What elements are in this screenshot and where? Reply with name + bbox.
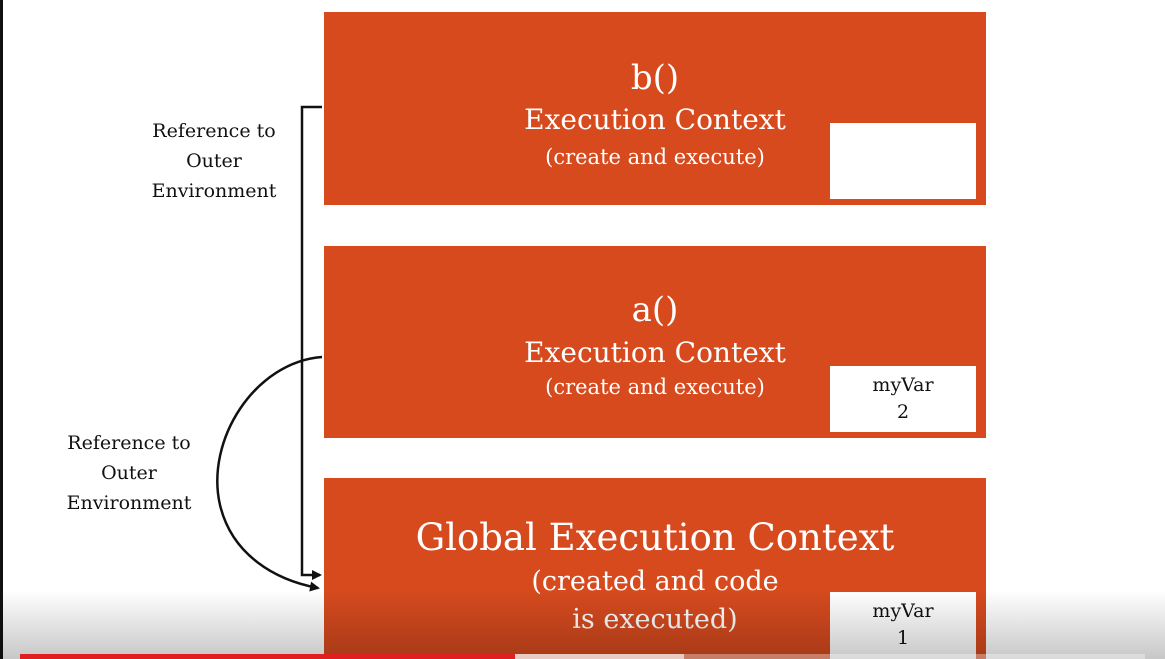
reference-arrows <box>216 105 323 592</box>
a-outer-reference-arrow <box>216 355 323 592</box>
video-progress-bar[interactable] <box>20 654 1145 659</box>
b-outer-reference-arrow <box>300 105 322 580</box>
video-played-bar <box>20 654 515 659</box>
